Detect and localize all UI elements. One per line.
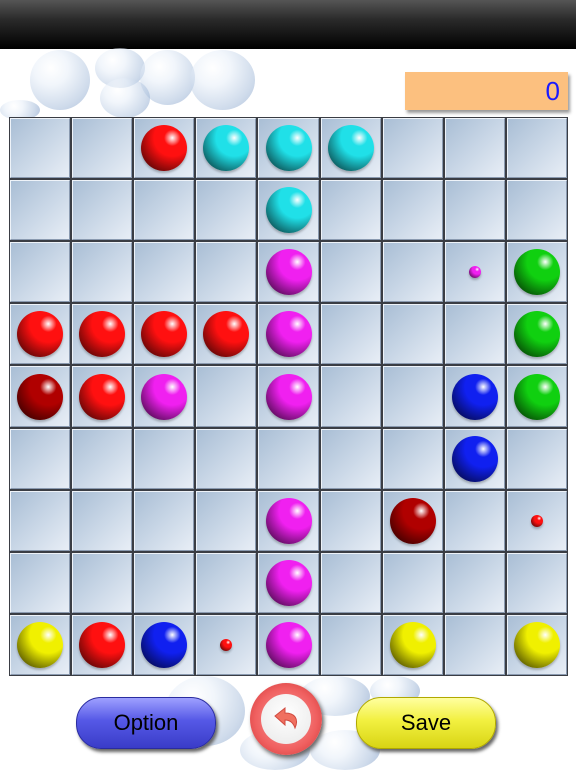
board-cell[interactable]	[320, 366, 381, 427]
blue-ball[interactable]	[451, 435, 498, 482]
board-cell[interactable]	[134, 180, 195, 241]
board-cell[interactable]	[506, 118, 567, 179]
board-cell[interactable]	[382, 118, 443, 179]
cyan-ball[interactable]	[265, 125, 312, 172]
board-cell[interactable]	[72, 490, 133, 551]
yellow-ball[interactable]	[389, 621, 436, 668]
top-bar	[0, 0, 576, 49]
board-cell[interactable]	[444, 614, 505, 675]
board-cell[interactable]	[258, 428, 319, 489]
blue-ball[interactable]	[451, 373, 498, 420]
board-cell[interactable]	[134, 428, 195, 489]
board-cell[interactable]	[196, 180, 257, 241]
undo-arrow-icon	[274, 706, 298, 730]
board-cell[interactable]	[320, 552, 381, 613]
magenta-ball[interactable]	[265, 621, 312, 668]
board-cell[interactable]	[506, 428, 567, 489]
board-cell[interactable]	[506, 552, 567, 613]
game-board[interactable]	[9, 117, 568, 676]
board-cell[interactable]	[506, 180, 567, 241]
yellow-ball[interactable]	[513, 621, 560, 668]
board-cell[interactable]	[444, 180, 505, 241]
red-ball[interactable]	[79, 373, 126, 420]
green-ball[interactable]	[513, 249, 560, 296]
board-cell[interactable]	[444, 118, 505, 179]
green-ball[interactable]	[513, 311, 560, 358]
board-cell[interactable]	[382, 180, 443, 241]
score-display: 0	[405, 72, 568, 110]
red-ball[interactable]	[141, 125, 188, 172]
option-button[interactable]: Option	[76, 697, 216, 749]
board-cell[interactable]	[196, 428, 257, 489]
save-button[interactable]: Save	[356, 697, 496, 749]
board-cell[interactable]	[320, 428, 381, 489]
board-cell[interactable]	[72, 428, 133, 489]
magenta-ball[interactable]	[265, 373, 312, 420]
board-cell[interactable]	[444, 552, 505, 613]
board-cell[interactable]	[10, 428, 71, 489]
board-cell[interactable]	[10, 242, 71, 303]
board-cell[interactable]	[320, 614, 381, 675]
undo-button-face	[261, 694, 311, 744]
blue-ball[interactable]	[141, 621, 188, 668]
board-cell[interactable]	[196, 552, 257, 613]
board-cell[interactable]	[382, 552, 443, 613]
board-cell[interactable]	[382, 428, 443, 489]
green-ball[interactable]	[513, 373, 560, 420]
board-cell[interactable]	[196, 366, 257, 427]
magenta-ball[interactable]	[265, 311, 312, 358]
board-cell[interactable]	[72, 118, 133, 179]
board-cell[interactable]	[10, 490, 71, 551]
board-cell[interactable]	[72, 552, 133, 613]
yellow-ball[interactable]	[17, 621, 64, 668]
board-cell[interactable]	[320, 304, 381, 365]
board-cell[interactable]	[196, 490, 257, 551]
board-cell[interactable]	[444, 304, 505, 365]
red-ball-small[interactable]	[530, 514, 543, 527]
board-cell[interactable]	[72, 242, 133, 303]
board-cell[interactable]	[382, 304, 443, 365]
board-cell[interactable]	[444, 490, 505, 551]
board-cell[interactable]	[320, 180, 381, 241]
board-cell[interactable]	[196, 242, 257, 303]
darkred-ball[interactable]	[17, 373, 64, 420]
board-cell[interactable]	[134, 490, 195, 551]
board-cell[interactable]	[382, 366, 443, 427]
board-cell[interactable]	[320, 490, 381, 551]
darkred-ball[interactable]	[389, 497, 436, 544]
board-cell[interactable]	[72, 180, 133, 241]
cyan-ball[interactable]	[327, 125, 374, 172]
red-ball[interactable]	[79, 621, 126, 668]
board-cell[interactable]	[382, 242, 443, 303]
board-cell[interactable]	[10, 552, 71, 613]
magenta-ball[interactable]	[265, 497, 312, 544]
magenta-ball[interactable]	[265, 249, 312, 296]
board-cell[interactable]	[320, 242, 381, 303]
undo-button[interactable]	[250, 683, 322, 755]
cyan-ball[interactable]	[265, 187, 312, 234]
magenta-ball[interactable]	[141, 373, 188, 420]
score-value: 0	[545, 76, 560, 106]
board-cell[interactable]	[134, 552, 195, 613]
magenta-ball[interactable]	[265, 559, 312, 606]
board-cell[interactable]	[134, 242, 195, 303]
board-cell[interactable]	[10, 180, 71, 241]
board-cell[interactable]	[10, 118, 71, 179]
magenta-ball-small[interactable]	[468, 266, 481, 279]
